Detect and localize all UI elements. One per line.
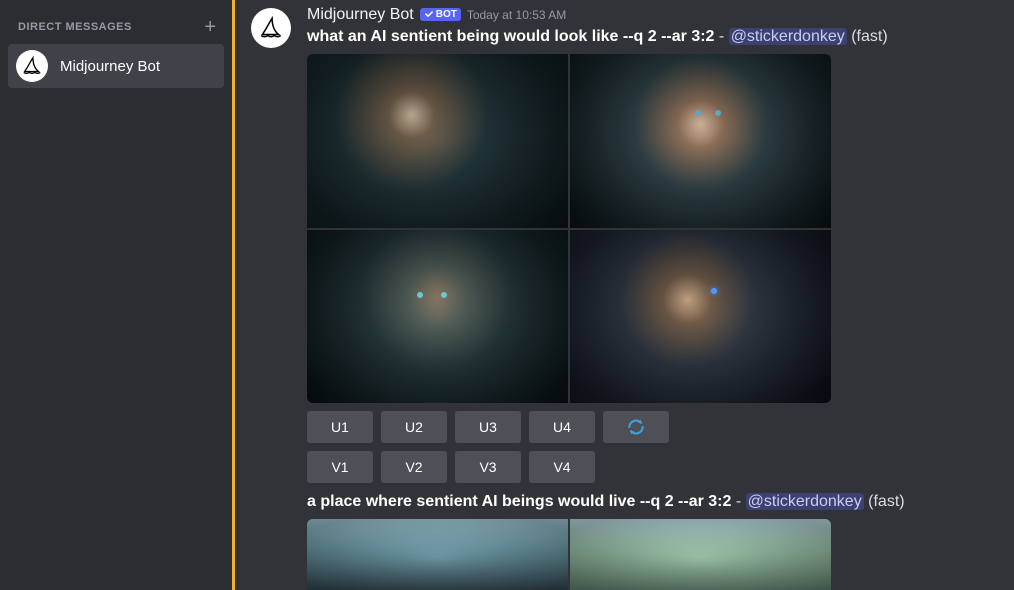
user-mention[interactable]: @stickerdonkey	[746, 493, 864, 510]
result-image-1[interactable]	[307, 519, 568, 590]
result-image-4[interactable]	[570, 230, 831, 404]
prompt-text: a place where sentient AI beings would l…	[307, 493, 731, 510]
result-image-2[interactable]	[570, 54, 831, 228]
dm-item-label: Midjourney Bot	[60, 58, 160, 75]
prompt-line: a place where sentient AI beings would l…	[307, 491, 998, 513]
u2-button[interactable]: U2	[381, 411, 447, 443]
message-avatar[interactable]	[251, 8, 291, 48]
v1-button[interactable]: V1	[307, 451, 373, 483]
separator: -	[736, 493, 746, 510]
render-mode: (fast)	[851, 28, 887, 45]
reroll-button[interactable]	[603, 411, 669, 443]
message-header: Midjourney Bot BOT Today at 10:53 AM	[307, 6, 998, 24]
dm-item-midjourney[interactable]: Midjourney Bot	[8, 44, 224, 88]
u3-button[interactable]: U3	[455, 411, 521, 443]
u1-button[interactable]: U1	[307, 411, 373, 443]
chat-main: Midjourney Bot BOT Today at 10:53 AM wha…	[232, 0, 1014, 590]
result-image-2[interactable]	[570, 519, 831, 590]
avatar	[16, 50, 48, 82]
v3-button[interactable]: V3	[455, 451, 521, 483]
upscale-button-row: U1 U2 U3 U4	[307, 411, 998, 443]
message-body: Midjourney Bot BOT Today at 10:53 AM wha…	[307, 6, 998, 590]
sailboat-icon	[258, 15, 284, 41]
message: Midjourney Bot BOT Today at 10:53 AM wha…	[251, 4, 998, 590]
prompt-text: what an AI sentient being would look lik…	[307, 28, 714, 45]
create-dm-icon[interactable]: +	[204, 16, 222, 39]
bot-badge-label: BOT	[436, 9, 457, 20]
u4-button[interactable]: U4	[529, 411, 595, 443]
separator: -	[719, 28, 729, 45]
dm-sidebar: DIRECT MESSAGES + Midjourney Bot	[0, 0, 232, 590]
prompt-line: what an AI sentient being would look lik…	[307, 26, 998, 48]
v2-button[interactable]: V2	[381, 451, 447, 483]
v4-button[interactable]: V4	[529, 451, 595, 483]
result-image-grid-partial[interactable]	[307, 519, 831, 590]
result-image-grid[interactable]	[307, 54, 831, 403]
bot-badge: BOT	[420, 8, 461, 21]
refresh-icon	[626, 417, 646, 437]
dm-header-label: DIRECT MESSAGES	[18, 21, 132, 33]
result-image-3[interactable]	[307, 230, 568, 404]
result-image-1[interactable]	[307, 54, 568, 228]
check-icon	[424, 9, 434, 19]
sailboat-icon	[21, 55, 43, 77]
author-name[interactable]: Midjourney Bot	[307, 6, 414, 24]
variation-button-row: V1 V2 V3 V4	[307, 451, 998, 483]
user-mention[interactable]: @stickerdonkey	[729, 28, 847, 45]
message-timestamp: Today at 10:53 AM	[467, 8, 566, 22]
render-mode: (fast)	[868, 493, 904, 510]
dm-header: DIRECT MESSAGES +	[0, 0, 232, 40]
